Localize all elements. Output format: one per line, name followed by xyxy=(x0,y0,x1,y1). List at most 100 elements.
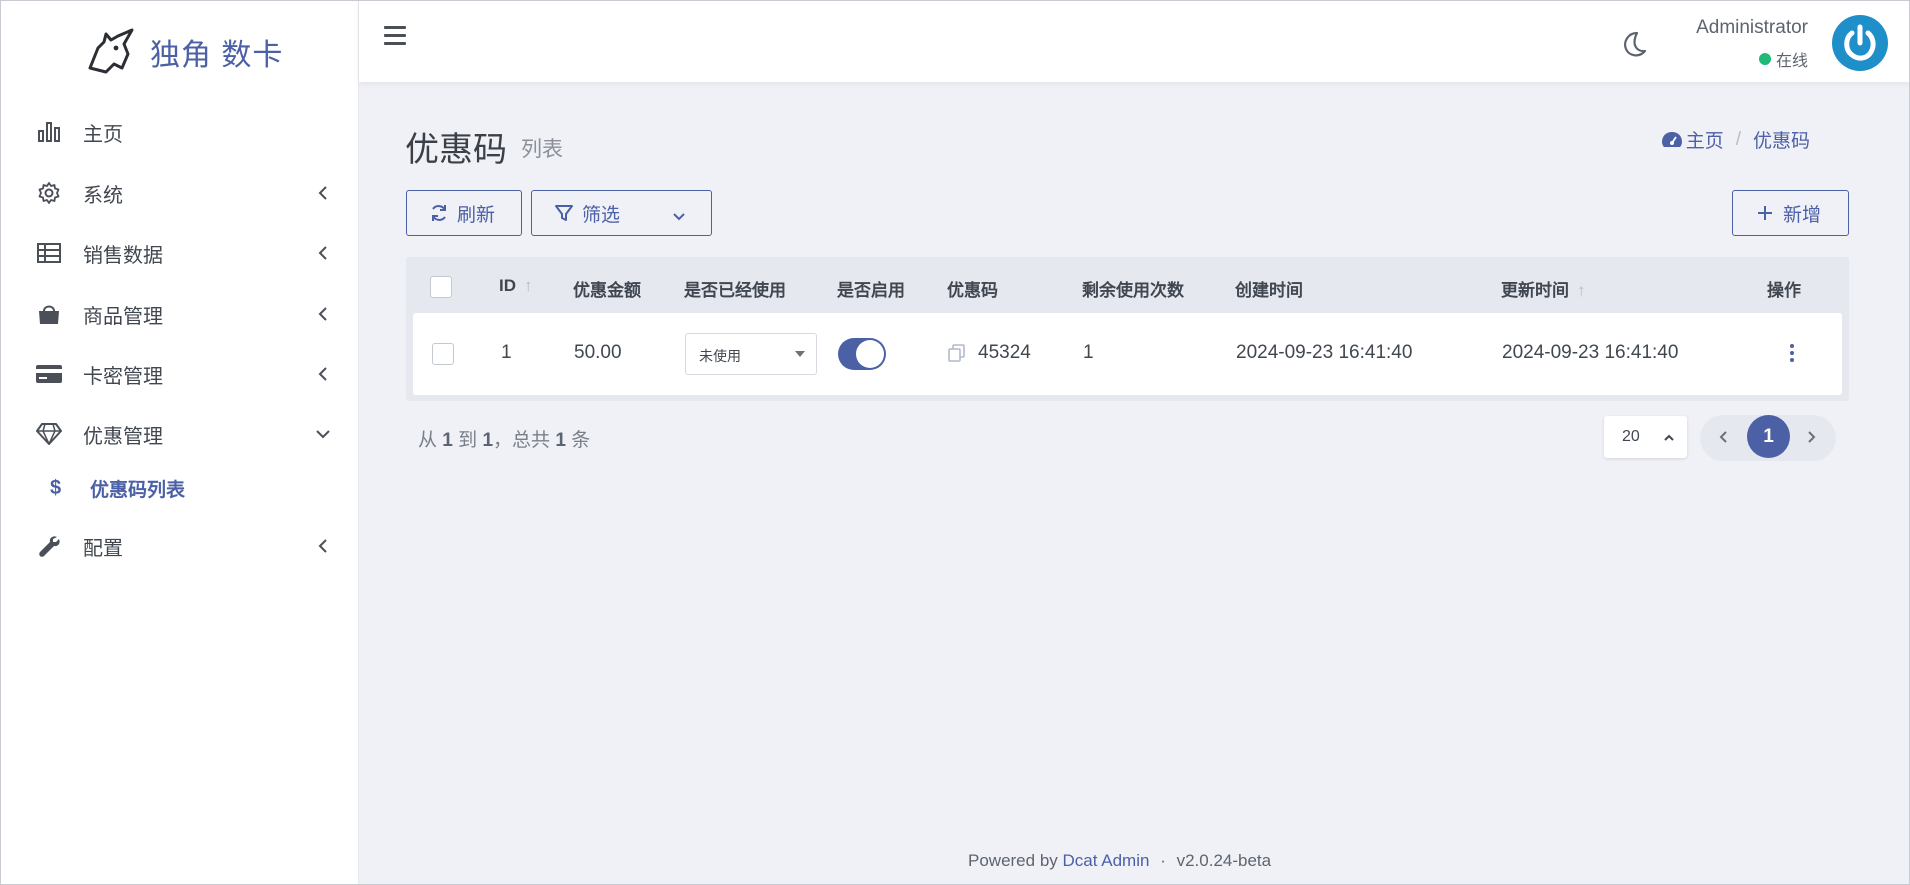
cell-remaining: 1 xyxy=(1083,342,1094,363)
sidebar-item-home[interactable]: 主页 xyxy=(0,104,358,160)
chevron-left-icon xyxy=(314,244,332,262)
filter-icon xyxy=(554,203,574,223)
footer-version: v2.0.24-beta xyxy=(1176,851,1272,870)
refresh-label: 刷新 xyxy=(457,204,496,226)
sidebar-item-sales-data[interactable]: 销售数据 xyxy=(0,225,358,281)
more-actions-icon[interactable] xyxy=(1785,340,1799,366)
refresh-button[interactable]: 刷新 xyxy=(406,190,522,236)
gear-icon xyxy=(35,179,63,207)
column-header-id[interactable]: ID ↑ xyxy=(499,276,533,296)
current-page-button[interactable]: 1 xyxy=(1747,415,1790,458)
filter-button[interactable]: 筛选 xyxy=(531,190,712,236)
sidebar-item-label: 配置 xyxy=(83,537,123,560)
copy-icon[interactable] xyxy=(947,343,967,363)
breadcrumb: 主页 / 优惠码 xyxy=(1661,126,1810,153)
sidebar-item-config[interactable]: 配置 xyxy=(0,518,358,574)
enabled-toggle[interactable] xyxy=(838,338,886,370)
cell-id: 1 xyxy=(501,342,512,363)
unicorn-icon xyxy=(88,28,134,74)
footer: Powered by Dcat Admin · v2.0.24-beta xyxy=(968,851,1271,871)
column-header-updated-at[interactable]: 更新时间 ↑ xyxy=(1501,276,1586,301)
avatar[interactable] xyxy=(1832,15,1888,71)
cell-created-at: 2024-09-23 16:41:40 xyxy=(1236,342,1413,363)
footer-powered-by: Powered by xyxy=(968,851,1058,870)
chevron-left-icon xyxy=(314,184,332,202)
chevron-down-icon xyxy=(672,206,686,228)
hamburger-menu-icon[interactable] xyxy=(384,26,406,48)
sidebar-item-label: 优惠管理 xyxy=(83,425,163,448)
refresh-icon xyxy=(429,203,449,223)
column-header-actions: 操作 xyxy=(1767,281,1801,300)
power-icon xyxy=(1844,24,1876,61)
user-name[interactable]: Administrator xyxy=(1696,17,1808,39)
sidebar-item-system[interactable]: 系统 xyxy=(0,165,358,221)
footer-link[interactable]: Dcat Admin xyxy=(1063,851,1150,870)
chevron-down-icon xyxy=(314,425,332,443)
column-header-enabled: 是否启用 xyxy=(837,281,905,300)
chevron-left-icon xyxy=(314,537,332,555)
page-subtitle: 列表 xyxy=(521,138,563,161)
sidebar-item-label: 商品管理 xyxy=(83,305,163,328)
bar-chart-icon xyxy=(35,118,63,146)
add-label: 新增 xyxy=(1783,204,1822,226)
chevron-right-icon xyxy=(1808,431,1816,443)
sidebar-item-discount-management[interactable]: 优惠管理 xyxy=(0,406,358,462)
status-dot xyxy=(1758,53,1771,65)
sidebar-item-label: 系统 xyxy=(83,184,123,207)
column-header-amount: 优惠金额 xyxy=(573,281,641,300)
sidebar-item-label: 主页 xyxy=(83,123,123,146)
user-status-text: 在线 xyxy=(1775,53,1808,70)
per-page-select[interactable]: 20 xyxy=(1604,416,1687,458)
wrench-icon xyxy=(35,532,63,560)
toggle-knob xyxy=(856,340,884,368)
cell-amount: 50.00 xyxy=(574,342,622,363)
chevron-left-icon xyxy=(314,305,332,323)
plus-icon xyxy=(1755,203,1775,223)
page-title: 优惠码 xyxy=(405,131,507,169)
chevron-left-icon xyxy=(314,365,332,383)
filter-label: 筛选 xyxy=(582,204,621,226)
cell-updated-at: 2024-09-23 16:41:40 xyxy=(1502,342,1679,363)
moon-icon[interactable] xyxy=(1618,30,1648,60)
sort-icon[interactable]: ↑ xyxy=(524,276,533,295)
prev-page-button[interactable] xyxy=(1712,425,1736,449)
sidebar-item-product-management[interactable]: 商品管理 xyxy=(0,286,358,342)
add-button[interactable]: 新增 xyxy=(1732,190,1849,236)
used-status-select[interactable]: 未使用 xyxy=(685,333,817,375)
column-header-remaining: 剩余使用次数 xyxy=(1082,281,1184,300)
breadcrumb-home[interactable]: 主页 xyxy=(1686,126,1724,153)
sidebar-subitem-label: 优惠码列表 xyxy=(90,479,186,501)
row-checkbox[interactable] xyxy=(432,343,454,365)
sidebar-item-label: 销售数据 xyxy=(83,244,163,267)
sidebar-item-card-management[interactable]: 卡密管理 xyxy=(0,346,358,402)
sidebar-item-label: 卡密管理 xyxy=(83,365,163,388)
topbar: Administrator 在线 xyxy=(359,0,1910,82)
brand-name: 独角 数卡 xyxy=(150,39,284,72)
column-header-code: 优惠码 xyxy=(947,281,998,300)
caret-down-icon xyxy=(795,351,805,357)
next-page-button[interactable] xyxy=(1799,425,1823,449)
credit-card-icon xyxy=(35,360,63,388)
shopping-bag-icon xyxy=(35,300,63,328)
dollar-icon: $ xyxy=(50,476,62,499)
chevron-left-icon xyxy=(1719,431,1727,443)
chevron-up-icon xyxy=(1663,430,1675,448)
cell-code: 45324 xyxy=(978,342,1031,363)
sidebar-subitem-coupon-list[interactable]: $ 优惠码列表 xyxy=(0,466,358,510)
footer-separator: · xyxy=(1160,851,1166,870)
breadcrumb-separator: / xyxy=(1735,128,1741,150)
sidebar: 独角 数卡 主页 系统 销售数据 商品管理 卡密管理 优惠管理 $ 优惠码列表 … xyxy=(0,0,359,885)
used-status-value: 未使用 xyxy=(699,348,741,364)
breadcrumb-current[interactable]: 优惠码 xyxy=(1753,126,1810,153)
select-all-checkbox[interactable] xyxy=(430,276,452,298)
table-icon xyxy=(35,239,63,267)
user-status: 在线 xyxy=(1758,47,1808,71)
dashboard-icon xyxy=(1661,131,1682,147)
per-page-value: 20 xyxy=(1622,428,1640,445)
pagination-summary: 从 1 到 1，总共 1 条 xyxy=(418,430,591,451)
column-header-used: 是否已经使用 xyxy=(684,281,786,300)
brand[interactable]: 独角 数卡 xyxy=(84,26,283,78)
column-header-created-at: 创建时间 xyxy=(1235,281,1303,300)
diamond-icon xyxy=(35,420,63,448)
sort-icon[interactable]: ↑ xyxy=(1577,281,1586,300)
